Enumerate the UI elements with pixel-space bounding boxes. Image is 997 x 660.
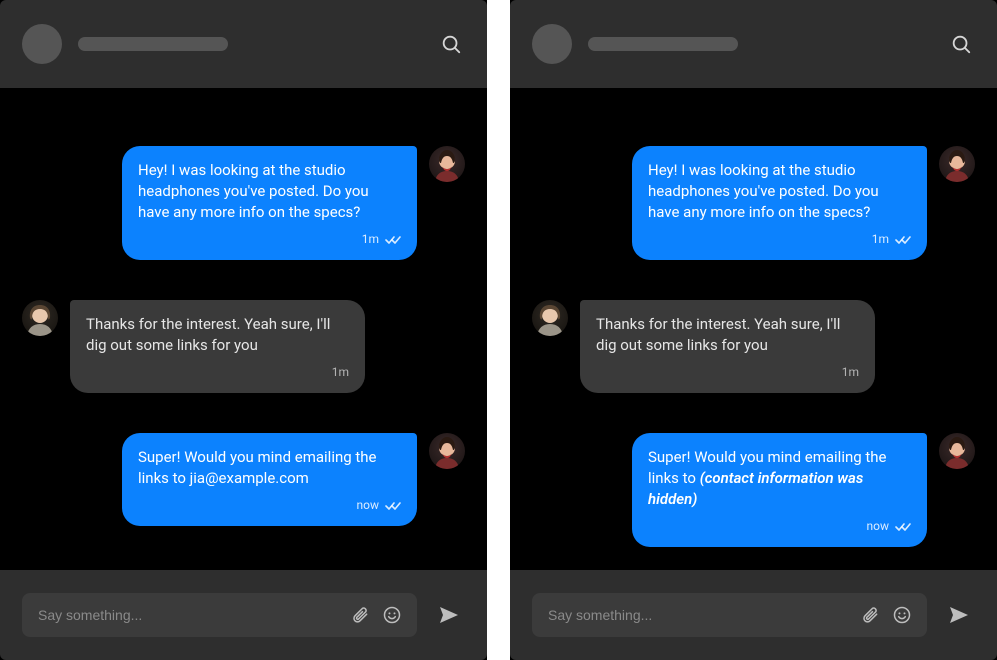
smile-icon [892, 605, 912, 625]
avatar [532, 300, 568, 336]
send-button[interactable] [943, 599, 975, 631]
avatar [22, 300, 58, 336]
search-button[interactable] [437, 30, 465, 58]
avatar [429, 146, 465, 182]
chat-pane-right: Hey! I was looking at the studio headpho… [510, 0, 997, 660]
message-row: Hey! I was looking at the studio headpho… [532, 146, 975, 260]
smile-icon [382, 605, 402, 625]
conversation: Hey! I was looking at the studio headpho… [510, 88, 997, 570]
composer-bar [0, 570, 487, 660]
message-text: Super! Would you mind emailing the links… [138, 448, 377, 487]
paperclip-icon [860, 605, 880, 625]
message-time: 1m [332, 362, 349, 383]
message-input[interactable] [548, 607, 851, 623]
chat-header [0, 0, 487, 88]
attach-button[interactable] [857, 602, 883, 628]
double-check-icon [385, 234, 401, 246]
message-time: 1m [842, 362, 859, 383]
message-time: now [867, 516, 890, 537]
contact-avatar-placeholder [532, 24, 572, 64]
double-check-icon [385, 500, 401, 512]
message-row: Thanks for the interest. Yeah sure, I'll… [22, 300, 465, 393]
message-text: Hey! I was looking at the studio headpho… [648, 161, 879, 221]
message-bubble-incoming[interactable]: Thanks for the interest. Yeah sure, I'll… [70, 300, 365, 393]
emoji-button[interactable] [379, 602, 405, 628]
contact-name-placeholder [78, 37, 228, 51]
message-row: Hey! I was looking at the studio headpho… [22, 146, 465, 260]
paperclip-icon [350, 605, 370, 625]
double-check-icon [895, 234, 911, 246]
send-button[interactable] [433, 599, 465, 631]
avatar [939, 433, 975, 469]
pane-divider [487, 0, 510, 660]
message-bubble-outgoing[interactable]: Hey! I was looking at the studio headpho… [632, 146, 927, 260]
search-button[interactable] [947, 30, 975, 58]
composer [22, 593, 417, 637]
chat-header [510, 0, 997, 88]
search-icon [950, 33, 972, 55]
composer-bar [510, 570, 997, 660]
message-text: Hey! I was looking at the studio headpho… [138, 161, 369, 221]
message-text: Thanks for the interest. Yeah sure, I'll… [86, 315, 330, 354]
message-row: Super! Would you mind emailing the links… [532, 433, 975, 547]
contact-name-placeholder [588, 37, 738, 51]
message-bubble-outgoing[interactable]: Super! Would you mind emailing the links… [632, 433, 927, 547]
chat-pane-left: Hey! I was looking at the studio headpho… [0, 0, 487, 660]
message-bubble-outgoing[interactable]: Hey! I was looking at the studio headpho… [122, 146, 417, 260]
composer [532, 593, 927, 637]
emoji-button[interactable] [889, 602, 915, 628]
message-row: Super! Would you mind emailing the links… [22, 433, 465, 526]
message-time: now [357, 495, 380, 516]
message-time: 1m [362, 229, 379, 250]
contact-avatar-placeholder [22, 24, 62, 64]
message-bubble-outgoing[interactable]: Super! Would you mind emailing the links… [122, 433, 417, 526]
message-bubble-incoming[interactable]: Thanks for the interest. Yeah sure, I'll… [580, 300, 875, 393]
avatar [429, 433, 465, 469]
message-time: 1m [872, 229, 889, 250]
send-icon [437, 603, 461, 627]
double-check-icon [895, 521, 911, 533]
search-icon [440, 33, 462, 55]
send-icon [947, 603, 971, 627]
message-text: Thanks for the interest. Yeah sure, I'll… [596, 315, 840, 354]
avatar [939, 146, 975, 182]
message-input[interactable] [38, 607, 341, 623]
message-row: Thanks for the interest. Yeah sure, I'll… [532, 300, 975, 393]
conversation: Hey! I was looking at the studio headpho… [0, 88, 487, 570]
attach-button[interactable] [347, 602, 373, 628]
